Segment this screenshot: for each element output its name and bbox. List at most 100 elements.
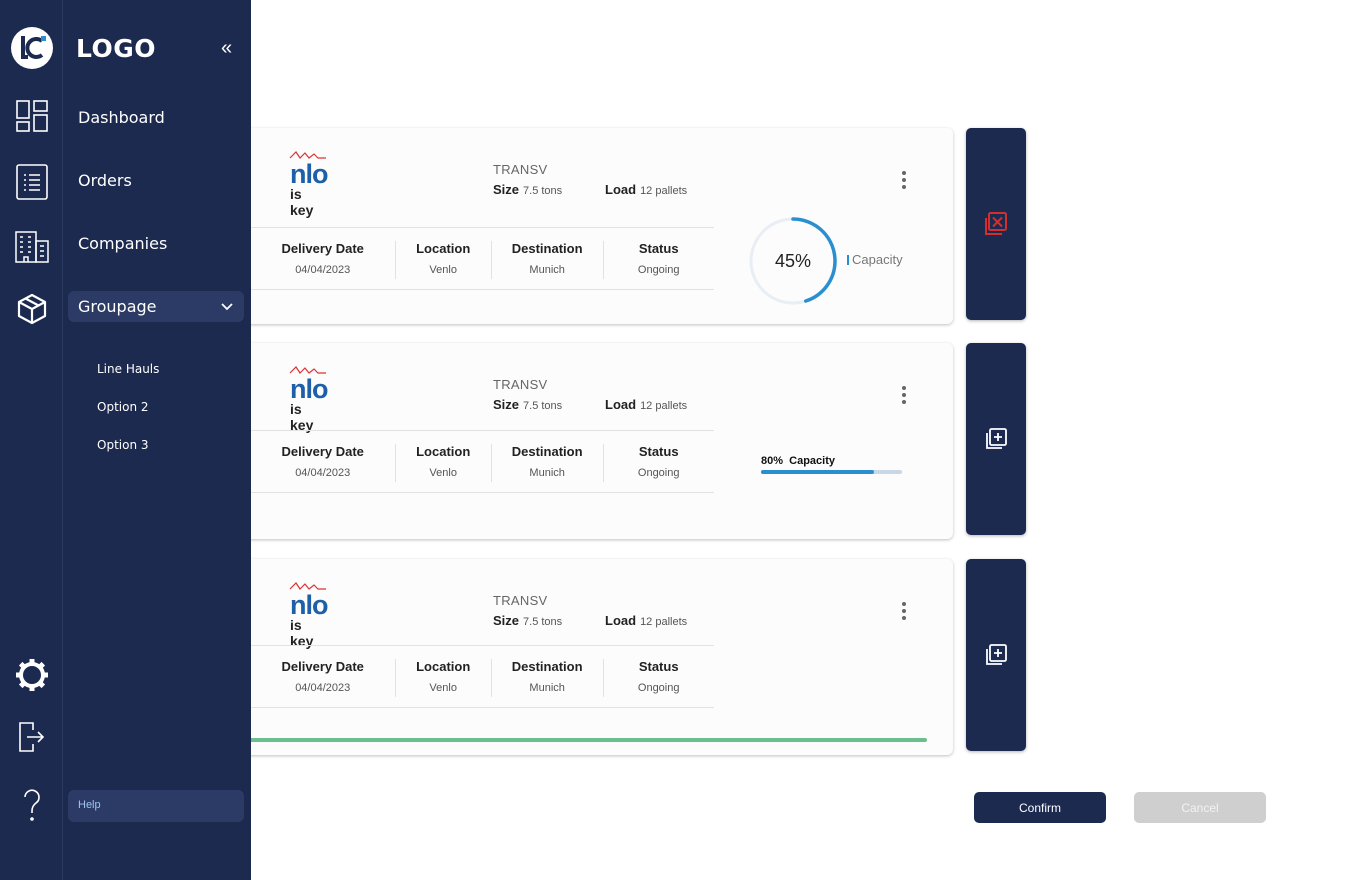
more-options-icon[interactable] [900,171,908,189]
carrier-name: TRANSV [493,162,548,177]
status-col: Status Ongoing [603,228,714,289]
capacity-percent: 45% [774,250,812,271]
destination-col: Destination Munich [490,228,603,289]
load-value: 12 pallets [640,185,688,197]
progress-line [200,738,927,742]
more-options-icon[interactable] [900,602,908,620]
capacity-percent: 80% [761,455,784,467]
nav-companies[interactable]: Companies [78,234,167,253]
size-value: 7.5 tons [523,616,563,628]
add-icon [986,644,1007,665]
size-label: Size [493,182,520,197]
shipment-info-table: Delivery Date 04/04/2023 Location Venlo De… [250,227,714,290]
column-value: Ongoing [637,682,680,694]
size-label: Size [493,613,520,628]
column-header: Delivery Date [281,241,364,256]
sidebar-panel: LOGO « Dashboard Orders Companies Groupa… [63,0,251,880]
help-button[interactable]: Help [68,790,244,822]
column-value: Ongoing [637,467,680,479]
companies-building-icon[interactable] [0,231,63,263]
nav-groupage[interactable]: Groupage [68,291,244,322]
remove-from-groupage-button[interactable] [966,128,1026,320]
column-value: 04/04/2023 [295,264,351,276]
sub-item-option-3[interactable]: Option 3 [97,438,149,452]
shipment-card-2[interactable]: nlo is key TRANSV Size 7.5 tons Load 12 pa… [200,343,953,539]
column-header: Delivery Date [281,659,364,674]
location-col: Location Venlo [395,228,490,289]
more-options-icon[interactable] [900,386,908,404]
confirm-button[interactable]: Confirm [974,792,1106,823]
destination-col: Destination Munich [490,646,603,707]
logout-icon[interactable] [0,722,63,752]
column-header: Destination [511,659,583,674]
sub-item-option-2[interactable]: Option 2 [97,400,149,414]
settings-gear-icon[interactable] [0,658,63,692]
load-label: Load [605,397,637,412]
help-label: Help [78,799,101,811]
column-value: Munich [529,264,565,276]
column-header: Destination [511,241,583,256]
column-value: Ongoing [637,264,680,276]
column-header: Delivery Date [281,444,364,459]
shipment-card-1[interactable]: nlo is key TRANSV Size 7.5 tons Load 12 pa… [200,128,953,324]
nav-orders[interactable]: Orders [78,171,132,190]
size-label: Size [493,397,520,412]
status-col: Status Ongoing [603,646,714,707]
column-value: Venlo [429,682,457,694]
size-spec: Size 7.5 tons [493,182,562,197]
brand-tagline: is key [290,186,314,218]
load-spec: Load 12 pallets [605,182,687,197]
size-spec: Size 7.5 tons [493,613,562,628]
carrier-name: TRANSV [493,377,548,392]
add-to-groupage-button[interactable] [966,559,1026,751]
destination-col: Destination Munich [490,431,603,492]
load-spec: Load 12 pallets [605,397,687,412]
icon-rail [0,0,63,880]
shipment-card-3[interactable]: nlo is key TRANSV Size 7.5 tons Load 12 pa… [200,559,953,755]
column-header: Destination [511,444,583,459]
nav-dashboard[interactable]: Dashboard [78,108,165,127]
cancel-button[interactable]: Cancel [1134,792,1266,823]
logo-text: LOGO [76,34,157,63]
nav-groupage-label: Groupage [78,297,157,316]
column-value: Munich [529,682,565,694]
app-root: nlo is key TRANSV Size 7.5 tons Load 12 pa… [0,0,1360,880]
orders-list-icon[interactable] [0,164,63,200]
help-question-icon[interactable] [0,788,63,822]
column-header: Status [638,241,679,256]
column-value: 04/04/2023 [295,467,351,479]
capacity-label: Capacity [789,455,836,467]
add-to-groupage-button[interactable] [966,343,1026,535]
location-col: Location Venlo [395,431,490,492]
capacity-bar-label: 80% Capacity [761,455,835,467]
column-header: Location [416,241,471,256]
app-logo-icon[interactable] [11,27,53,69]
load-label: Load [605,182,637,197]
chevron-down-icon [221,303,233,311]
load-spec: Load 12 pallets [605,613,687,628]
column-header: Location [416,659,471,674]
column-header: Location [416,444,471,459]
shipment-info-table: Delivery Date 04/04/2023 Location Venlo De… [250,430,714,493]
load-label: Load [605,613,637,628]
groupage-box-icon[interactable] [0,293,63,325]
size-spec: Size 7.5 tons [493,397,562,412]
load-value: 12 pallets [640,400,688,412]
column-header: Status [638,444,679,459]
load-value: 12 pallets [640,616,688,628]
dashboard-icon[interactable] [0,100,63,132]
size-value: 7.5 tons [523,185,563,197]
capacity-bar-fill [761,470,874,474]
collapse-sidebar-icon[interactable]: « [221,38,232,58]
remove-icon [985,212,1007,235]
column-header: Status [638,659,679,674]
size-value: 7.5 tons [523,400,563,412]
shipment-info-table: Delivery Date 04/04/2023 Location Venlo De… [250,645,714,708]
capacity-bar [761,470,902,474]
sub-item-line-hauls[interactable]: Line Hauls [97,362,159,376]
location-col: Location Venlo [395,646,490,707]
delivery-date-col: Delivery Date 04/04/2023 [250,228,395,289]
delivery-date-col: Delivery Date 04/04/2023 [250,431,395,492]
column-value: 04/04/2023 [295,682,351,694]
column-value: Venlo [429,264,457,276]
